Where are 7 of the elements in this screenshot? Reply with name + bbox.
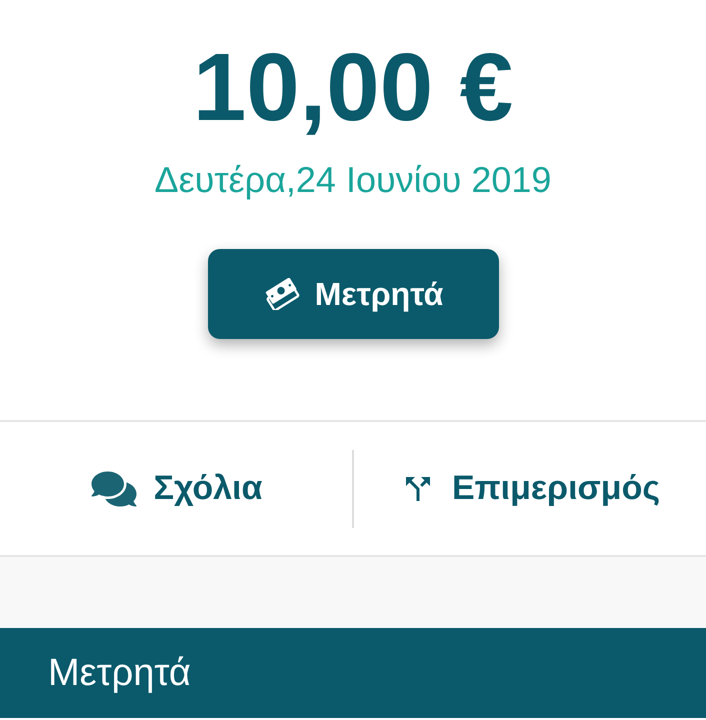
comments-button[interactable]: Σχόλια	[0, 422, 352, 555]
amount-text: 10,00 €	[192, 33, 514, 143]
cash-payment-button[interactable]: Μετρητά	[208, 249, 498, 339]
split-button[interactable]: Επιμερισμός	[354, 422, 706, 555]
chat-bubbles-icon	[90, 468, 138, 508]
date-text: Δευτέρα,24 Ιουνίου 2019	[154, 159, 552, 201]
section-title: Μετρητά	[48, 650, 191, 696]
